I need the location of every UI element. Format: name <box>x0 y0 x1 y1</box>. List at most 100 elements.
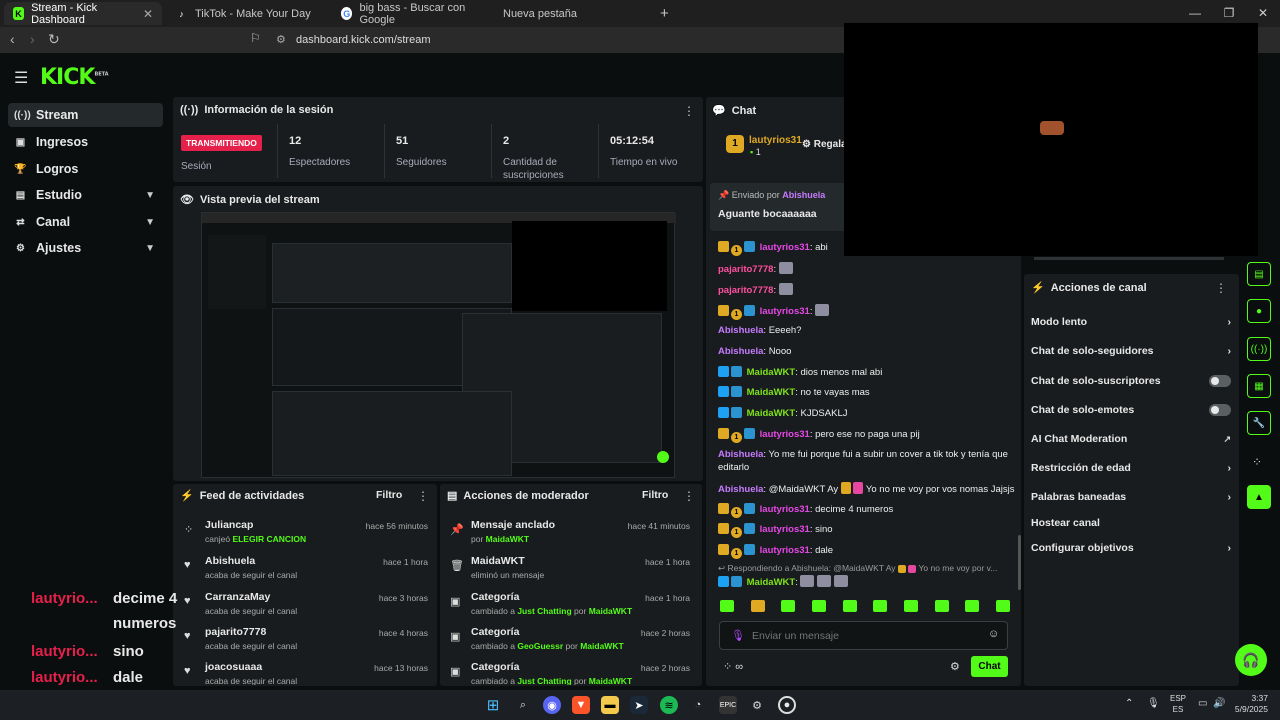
more-options-icon[interactable]: ⋮ <box>1215 281 1227 295</box>
emote-icon[interactable] <box>965 600 980 612</box>
chat-username[interactable]: Abishuela <box>718 346 763 357</box>
emote-icon[interactable] <box>811 600 826 612</box>
search-icon[interactable]: ⌕ <box>514 696 532 714</box>
points-icon[interactable]: ⁘ ∞ <box>723 660 743 673</box>
emote-icon[interactable] <box>934 600 949 612</box>
action-slow-mode[interactable]: Modo lento › <box>1031 311 1231 333</box>
chat-username[interactable]: lautyrios31 <box>760 242 810 253</box>
feed-filter-button[interactable]: Filtro <box>376 489 402 501</box>
tab-tiktok[interactable]: ♪ TikTok - Make Your Day <box>166 2 330 25</box>
chat-username[interactable]: Abishuela <box>718 325 763 336</box>
gift-subs-link[interactable]: ⚙ Regala <box>802 139 847 150</box>
action-ai-moderation[interactable]: AI Chat Moderation ↗ <box>1031 428 1231 450</box>
chat-username[interactable]: MaidaWKT <box>747 367 796 378</box>
gear-icon[interactable]: ⚙ <box>950 660 960 673</box>
forward-icon[interactable]: › <box>30 31 35 47</box>
sidebar-item-logros[interactable]: 🏆 Logros <box>8 157 163 181</box>
discord-icon[interactable]: ◉ <box>543 696 561 714</box>
back-icon[interactable]: ‹ <box>10 31 15 47</box>
sidebar-item-ajustes[interactable]: ⚙ Ajustes ▼ <box>8 236 163 260</box>
reload-icon[interactable]: ↻ <box>48 31 60 48</box>
rail-wrench-icon[interactable]: 🔧 <box>1247 411 1271 435</box>
action-host-channel[interactable]: Hostear canal <box>1031 512 1231 534</box>
video-popup[interactable] <box>844 23 1258 256</box>
rail-points-icon[interactable]: ⁘ <box>1252 455 1262 469</box>
action-goals[interactable]: Configurar objetivos › <box>1031 537 1231 559</box>
action-age-restriction[interactable]: Restricción de edad › <box>1031 457 1231 479</box>
action-followers-only[interactable]: Chat de solo-seguidores › <box>1031 340 1231 362</box>
action-emotes-only[interactable]: Chat de solo-emotes <box>1031 399 1231 421</box>
chat-input[interactable] <box>752 628 972 644</box>
subs-only-toggle[interactable] <box>1209 375 1231 387</box>
steam-icon[interactable]: ➤ <box>630 696 648 714</box>
microphone-icon[interactable]: 🎙 <box>731 629 745 642</box>
network-icon[interactable]: ▭ <box>1198 698 1207 709</box>
folder-icon[interactable]: ▬ <box>601 696 619 714</box>
settings-icon[interactable]: ⚙ <box>748 696 766 714</box>
tab-google[interactable]: G big bass - Buscar con Google <box>332 2 496 26</box>
chat-username[interactable]: lautyrios31 <box>760 306 810 317</box>
more-options-icon[interactable]: ⋮ <box>417 489 429 503</box>
bookmark-icon[interactable]: ⚐ <box>250 31 261 45</box>
tab-new[interactable]: Nueva pestaña <box>494 2 654 25</box>
chat-username[interactable]: pajarito7778 <box>718 264 773 275</box>
chat-username[interactable]: MaidaWKT <box>747 577 796 588</box>
spotify-icon[interactable]: ≋ <box>660 696 678 714</box>
new-tab-button[interactable]: + <box>660 2 680 25</box>
sidebar-item-ingresos[interactable]: ▣ Ingresos <box>8 130 163 154</box>
chat-username[interactable]: MaidaWKT <box>747 408 796 419</box>
chat-username[interactable]: lautyrios31 <box>760 504 810 515</box>
sidebar-item-stream[interactable]: ((·)) Stream <box>8 103 163 127</box>
stream-preview-video[interactable] <box>201 212 676 478</box>
emote-icon[interactable] <box>720 600 734 612</box>
hamburger-menu-icon[interactable]: ☰ <box>14 68 28 88</box>
chat-username[interactable]: lautyrios31 <box>760 524 810 535</box>
brave-icon[interactable]: ▼ <box>572 696 590 714</box>
emote-icon[interactable] <box>842 600 857 612</box>
more-options-icon[interactable]: ⋮ <box>683 104 695 118</box>
chat-scrollbar[interactable] <box>1018 535 1021 590</box>
action-subs-only[interactable]: Chat de solo-suscriptores <box>1031 370 1231 392</box>
rail-chat-icon[interactable]: ● <box>1247 299 1271 323</box>
chat-username[interactable]: lautyrios31 <box>760 545 810 556</box>
emote-icon[interactable] <box>781 600 796 612</box>
sidebar-item-canal[interactable]: ⇄ Canal ▼ <box>8 210 163 234</box>
chat-username[interactable]: pajarito7778 <box>718 285 773 296</box>
sidebar-item-estudio[interactable]: ▤ Estudio ▼ <box>8 183 163 207</box>
emote-icon[interactable] <box>995 600 1010 612</box>
mod-filter-button[interactable]: Filtro <box>642 489 668 501</box>
chat-username[interactable]: Abishuela <box>718 449 763 460</box>
chat-username[interactable]: Abishuela <box>718 484 763 495</box>
gifter-name[interactable]: lautyrios31 <box>749 135 802 146</box>
support-headset-icon[interactable]: 🎧 <box>1235 644 1267 676</box>
action-banned-words[interactable]: Palabras baneadas › <box>1031 486 1231 508</box>
language-indicator[interactable]: ESP ES <box>1170 693 1186 715</box>
tab-kick-dashboard[interactable]: K Stream - Kick Dashboard ✕ <box>4 2 162 26</box>
url-field[interactable]: ⚙ dashboard.kick.com/stream <box>270 31 830 49</box>
windows-start-icon[interactable]: ⊞ <box>484 696 502 714</box>
volume-icon[interactable]: 🔊 <box>1213 698 1225 709</box>
chat-username[interactable]: lautyrios31 <box>760 429 810 440</box>
rail-game-icon[interactable]: ▲ <box>1247 485 1271 509</box>
epic-games-icon[interactable]: EPIC <box>719 696 737 714</box>
close-tab-icon[interactable]: ✕ <box>143 7 153 21</box>
emote-icon[interactable] <box>750 600 765 612</box>
kick-logo[interactable]: KICKBETA <box>40 65 109 90</box>
clock[interactable]: 3:37 5/9/2025 <box>1234 693 1268 715</box>
send-chat-button[interactable]: Chat <box>971 656 1008 677</box>
obs-icon[interactable]: ● <box>778 696 796 714</box>
emote-icon[interactable] <box>873 600 888 612</box>
rail-broadcast-icon[interactable]: ((·)) <box>1247 337 1271 361</box>
emotes-only-toggle[interactable] <box>1209 404 1231 416</box>
rail-notes-icon[interactable]: ▤ <box>1247 262 1271 286</box>
chat-input-box[interactable]: 🎙 ☺ <box>719 621 1008 650</box>
chat-username[interactable]: MaidaWKT <box>747 387 796 398</box>
mic-tray-icon[interactable]: 🎙 <box>1147 698 1160 709</box>
more-options-icon[interactable]: ⋮ <box>683 489 695 503</box>
site-info-icon[interactable]: ⚙ <box>276 31 286 49</box>
emoji-icon[interactable]: ☺ <box>988 628 999 640</box>
tray-chevron-icon[interactable]: ⌃ <box>1125 698 1133 709</box>
emote-icon[interactable] <box>903 600 918 612</box>
rail-layout-icon[interactable]: ▦ <box>1247 374 1271 398</box>
app-icon[interactable]: ◔ <box>689 696 707 714</box>
